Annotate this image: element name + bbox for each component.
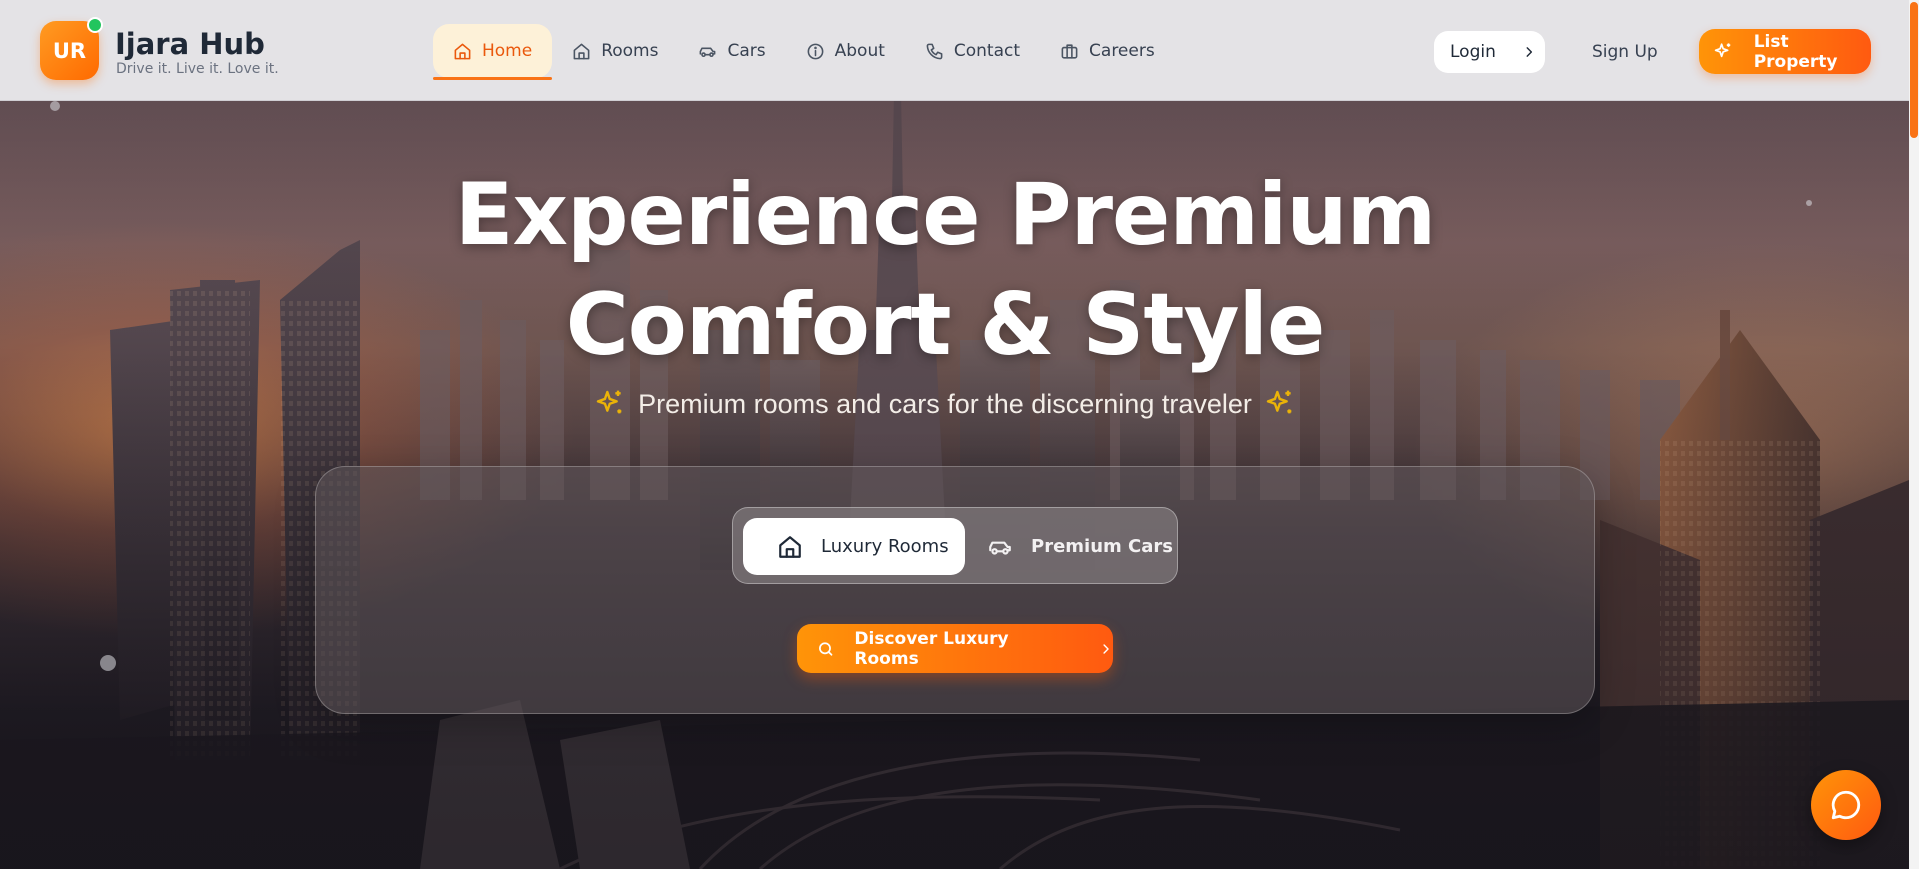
search-icon bbox=[819, 641, 833, 656]
hero-background bbox=[0, 0, 1909, 869]
home-icon bbox=[454, 43, 471, 59]
hero-subtitle: Premium rooms and cars for the discernin… bbox=[0, 388, 1890, 420]
nav-item-label: Cars bbox=[727, 41, 766, 61]
nav-item-careers[interactable]: Careers bbox=[1040, 24, 1175, 78]
list-property-button[interactable]: List Property bbox=[1699, 29, 1871, 74]
chat-button[interactable] bbox=[1811, 770, 1881, 840]
nav-item-cars[interactable]: Cars bbox=[678, 24, 785, 78]
list-property-label: List Property bbox=[1753, 31, 1838, 72]
sparkles-icon bbox=[596, 390, 622, 414]
tab-luxury-rooms[interactable]: Luxury Rooms bbox=[743, 518, 965, 575]
page-scrollbar[interactable] bbox=[1909, 0, 1919, 869]
nav-item-label: About bbox=[834, 41, 885, 61]
brand-tagline: Drive it. Live it. Love it. bbox=[116, 61, 279, 77]
nav-item-label: Contact bbox=[953, 41, 1021, 61]
nav-item-about[interactable]: About bbox=[786, 24, 905, 78]
tab-premium-cars[interactable]: Premium Cars bbox=[987, 518, 1173, 575]
hero-subtitle-text: Premium rooms and cars for the discernin… bbox=[638, 388, 1252, 419]
home-icon bbox=[779, 535, 801, 558]
login-button[interactable]: Login bbox=[1434, 31, 1545, 73]
hero-title: Experience Premium Comfort & Style bbox=[0, 160, 1890, 380]
discover-button[interactable]: Discover Luxury Rooms bbox=[797, 624, 1113, 673]
nav-item-home[interactable]: Home bbox=[433, 24, 553, 80]
nav-item-rooms[interactable]: Rooms bbox=[552, 24, 678, 78]
top-navigation-bar: UR Ijara Hub Drive it. Live it. Love it.… bbox=[0, 0, 1909, 101]
hero-title-line1: Experience Premium bbox=[454, 165, 1437, 265]
search-panel bbox=[315, 466, 1595, 714]
car-icon bbox=[989, 541, 1011, 555]
tab-label: Luxury Rooms bbox=[821, 536, 949, 557]
hero-overlay bbox=[0, 0, 1909, 869]
discover-label: Discover Luxury Rooms bbox=[854, 628, 1009, 669]
nav-item-contact[interactable]: Contact bbox=[905, 24, 1040, 78]
sparkles-icon bbox=[1714, 42, 1731, 57]
main-nav: Home Rooms Cars About Contact Careers bbox=[433, 24, 1175, 80]
login-label: Login bbox=[1450, 42, 1496, 62]
scrollbar-thumb[interactable] bbox=[1910, 2, 1918, 138]
info-icon bbox=[807, 43, 824, 59]
nav-item-label: Rooms bbox=[601, 41, 659, 61]
phone-icon bbox=[926, 43, 943, 59]
floating-dot bbox=[100, 655, 116, 671]
category-toggle: Luxury Rooms Premium Cars bbox=[732, 507, 1178, 584]
tab-label: Premium Cars bbox=[1031, 536, 1173, 557]
chat-bubble-icon bbox=[1831, 790, 1861, 820]
sign-up-link[interactable]: Sign Up bbox=[1592, 42, 1658, 62]
briefcase-icon bbox=[1061, 43, 1078, 59]
chevron-right-icon bbox=[1526, 47, 1532, 57]
brand-name[interactable]: Ijara Hub bbox=[115, 27, 265, 61]
online-status-dot bbox=[87, 17, 103, 33]
nav-item-label: Home bbox=[482, 41, 533, 61]
home-icon bbox=[573, 43, 590, 59]
car-icon bbox=[700, 47, 716, 57]
sparkles-icon bbox=[1266, 390, 1292, 414]
hero-title-line2: Comfort & Style bbox=[565, 275, 1326, 375]
nav-item-label: Careers bbox=[1089, 41, 1155, 61]
chevron-right-icon bbox=[1103, 643, 1110, 654]
floating-dot bbox=[50, 101, 60, 111]
